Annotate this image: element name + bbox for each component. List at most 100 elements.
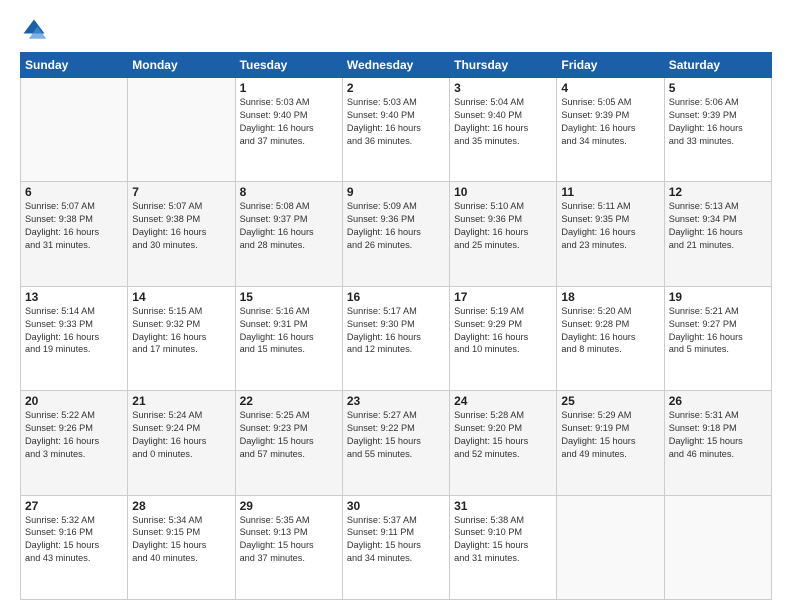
day-info: Sunrise: 5:13 AM Sunset: 9:34 PM Dayligh… [669, 200, 767, 252]
calendar-cell: 27Sunrise: 5:32 AM Sunset: 9:16 PM Dayli… [21, 495, 128, 599]
calendar-cell: 26Sunrise: 5:31 AM Sunset: 9:18 PM Dayli… [664, 391, 771, 495]
calendar-cell: 29Sunrise: 5:35 AM Sunset: 9:13 PM Dayli… [235, 495, 342, 599]
calendar-cell [557, 495, 664, 599]
calendar-cell: 25Sunrise: 5:29 AM Sunset: 9:19 PM Dayli… [557, 391, 664, 495]
weekday-header: Thursday [450, 53, 557, 78]
day-number: 18 [561, 290, 659, 304]
day-number: 25 [561, 394, 659, 408]
day-info: Sunrise: 5:20 AM Sunset: 9:28 PM Dayligh… [561, 305, 659, 357]
calendar: SundayMondayTuesdayWednesdayThursdayFrid… [20, 52, 772, 600]
day-info: Sunrise: 5:24 AM Sunset: 9:24 PM Dayligh… [132, 409, 230, 461]
day-number: 9 [347, 185, 445, 199]
calendar-cell: 23Sunrise: 5:27 AM Sunset: 9:22 PM Dayli… [342, 391, 449, 495]
weekday-header: Tuesday [235, 53, 342, 78]
day-number: 17 [454, 290, 552, 304]
day-info: Sunrise: 5:25 AM Sunset: 9:23 PM Dayligh… [240, 409, 338, 461]
day-info: Sunrise: 5:17 AM Sunset: 9:30 PM Dayligh… [347, 305, 445, 357]
day-info: Sunrise: 5:31 AM Sunset: 9:18 PM Dayligh… [669, 409, 767, 461]
day-number: 8 [240, 185, 338, 199]
day-info: Sunrise: 5:11 AM Sunset: 9:35 PM Dayligh… [561, 200, 659, 252]
calendar-cell: 12Sunrise: 5:13 AM Sunset: 9:34 PM Dayli… [664, 182, 771, 286]
day-number: 21 [132, 394, 230, 408]
day-number: 30 [347, 499, 445, 513]
calendar-header: SundayMondayTuesdayWednesdayThursdayFrid… [21, 53, 772, 78]
day-info: Sunrise: 5:29 AM Sunset: 9:19 PM Dayligh… [561, 409, 659, 461]
day-number: 7 [132, 185, 230, 199]
weekday-header: Wednesday [342, 53, 449, 78]
day-number: 6 [25, 185, 123, 199]
day-number: 15 [240, 290, 338, 304]
day-number: 27 [25, 499, 123, 513]
weekday-header: Friday [557, 53, 664, 78]
day-info: Sunrise: 5:04 AM Sunset: 9:40 PM Dayligh… [454, 96, 552, 148]
day-info: Sunrise: 5:38 AM Sunset: 9:10 PM Dayligh… [454, 514, 552, 566]
day-info: Sunrise: 5:27 AM Sunset: 9:22 PM Dayligh… [347, 409, 445, 461]
day-number: 12 [669, 185, 767, 199]
day-number: 26 [669, 394, 767, 408]
day-number: 28 [132, 499, 230, 513]
day-info: Sunrise: 5:34 AM Sunset: 9:15 PM Dayligh… [132, 514, 230, 566]
day-number: 3 [454, 81, 552, 95]
day-info: Sunrise: 5:19 AM Sunset: 9:29 PM Dayligh… [454, 305, 552, 357]
calendar-cell: 16Sunrise: 5:17 AM Sunset: 9:30 PM Dayli… [342, 286, 449, 390]
day-info: Sunrise: 5:06 AM Sunset: 9:39 PM Dayligh… [669, 96, 767, 148]
calendar-week-row: 1Sunrise: 5:03 AM Sunset: 9:40 PM Daylig… [21, 78, 772, 182]
day-info: Sunrise: 5:22 AM Sunset: 9:26 PM Dayligh… [25, 409, 123, 461]
calendar-cell: 8Sunrise: 5:08 AM Sunset: 9:37 PM Daylig… [235, 182, 342, 286]
calendar-cell: 21Sunrise: 5:24 AM Sunset: 9:24 PM Dayli… [128, 391, 235, 495]
day-number: 2 [347, 81, 445, 95]
day-info: Sunrise: 5:37 AM Sunset: 9:11 PM Dayligh… [347, 514, 445, 566]
day-number: 4 [561, 81, 659, 95]
calendar-cell: 24Sunrise: 5:28 AM Sunset: 9:20 PM Dayli… [450, 391, 557, 495]
day-number: 10 [454, 185, 552, 199]
day-number: 13 [25, 290, 123, 304]
day-info: Sunrise: 5:07 AM Sunset: 9:38 PM Dayligh… [132, 200, 230, 252]
calendar-week-row: 27Sunrise: 5:32 AM Sunset: 9:16 PM Dayli… [21, 495, 772, 599]
calendar-cell: 14Sunrise: 5:15 AM Sunset: 9:32 PM Dayli… [128, 286, 235, 390]
day-info: Sunrise: 5:10 AM Sunset: 9:36 PM Dayligh… [454, 200, 552, 252]
day-number: 5 [669, 81, 767, 95]
day-number: 16 [347, 290, 445, 304]
day-info: Sunrise: 5:03 AM Sunset: 9:40 PM Dayligh… [240, 96, 338, 148]
calendar-cell: 5Sunrise: 5:06 AM Sunset: 9:39 PM Daylig… [664, 78, 771, 182]
calendar-week-row: 13Sunrise: 5:14 AM Sunset: 9:33 PM Dayli… [21, 286, 772, 390]
calendar-cell: 18Sunrise: 5:20 AM Sunset: 9:28 PM Dayli… [557, 286, 664, 390]
day-info: Sunrise: 5:07 AM Sunset: 9:38 PM Dayligh… [25, 200, 123, 252]
calendar-cell: 19Sunrise: 5:21 AM Sunset: 9:27 PM Dayli… [664, 286, 771, 390]
day-info: Sunrise: 5:08 AM Sunset: 9:37 PM Dayligh… [240, 200, 338, 252]
day-number: 19 [669, 290, 767, 304]
calendar-body: 1Sunrise: 5:03 AM Sunset: 9:40 PM Daylig… [21, 78, 772, 600]
header [20, 16, 772, 44]
day-info: Sunrise: 5:32 AM Sunset: 9:16 PM Dayligh… [25, 514, 123, 566]
calendar-cell: 10Sunrise: 5:10 AM Sunset: 9:36 PM Dayli… [450, 182, 557, 286]
calendar-cell: 9Sunrise: 5:09 AM Sunset: 9:36 PM Daylig… [342, 182, 449, 286]
calendar-week-row: 6Sunrise: 5:07 AM Sunset: 9:38 PM Daylig… [21, 182, 772, 286]
day-info: Sunrise: 5:16 AM Sunset: 9:31 PM Dayligh… [240, 305, 338, 357]
calendar-cell: 6Sunrise: 5:07 AM Sunset: 9:38 PM Daylig… [21, 182, 128, 286]
day-info: Sunrise: 5:14 AM Sunset: 9:33 PM Dayligh… [25, 305, 123, 357]
page: SundayMondayTuesdayWednesdayThursdayFrid… [0, 0, 792, 612]
calendar-cell: 31Sunrise: 5:38 AM Sunset: 9:10 PM Dayli… [450, 495, 557, 599]
day-info: Sunrise: 5:21 AM Sunset: 9:27 PM Dayligh… [669, 305, 767, 357]
day-info: Sunrise: 5:03 AM Sunset: 9:40 PM Dayligh… [347, 96, 445, 148]
calendar-cell: 20Sunrise: 5:22 AM Sunset: 9:26 PM Dayli… [21, 391, 128, 495]
calendar-cell [21, 78, 128, 182]
day-number: 29 [240, 499, 338, 513]
day-info: Sunrise: 5:28 AM Sunset: 9:20 PM Dayligh… [454, 409, 552, 461]
day-info: Sunrise: 5:15 AM Sunset: 9:32 PM Dayligh… [132, 305, 230, 357]
calendar-cell: 22Sunrise: 5:25 AM Sunset: 9:23 PM Dayli… [235, 391, 342, 495]
day-info: Sunrise: 5:09 AM Sunset: 9:36 PM Dayligh… [347, 200, 445, 252]
weekday-header: Sunday [21, 53, 128, 78]
logo [20, 16, 52, 44]
calendar-cell: 7Sunrise: 5:07 AM Sunset: 9:38 PM Daylig… [128, 182, 235, 286]
day-number: 11 [561, 185, 659, 199]
calendar-cell: 30Sunrise: 5:37 AM Sunset: 9:11 PM Dayli… [342, 495, 449, 599]
day-info: Sunrise: 5:35 AM Sunset: 9:13 PM Dayligh… [240, 514, 338, 566]
calendar-cell: 15Sunrise: 5:16 AM Sunset: 9:31 PM Dayli… [235, 286, 342, 390]
weekday-header: Monday [128, 53, 235, 78]
day-number: 14 [132, 290, 230, 304]
weekday-header-row: SundayMondayTuesdayWednesdayThursdayFrid… [21, 53, 772, 78]
calendar-cell: 1Sunrise: 5:03 AM Sunset: 9:40 PM Daylig… [235, 78, 342, 182]
logo-icon [20, 16, 48, 44]
day-info: Sunrise: 5:05 AM Sunset: 9:39 PM Dayligh… [561, 96, 659, 148]
